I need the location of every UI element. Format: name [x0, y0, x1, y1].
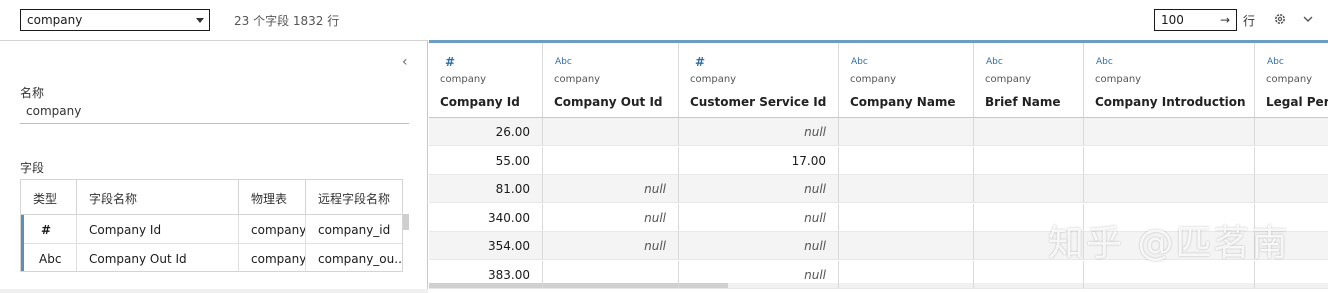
string-type-icon: Abc [21, 244, 77, 271]
grid-cell[interactable]: 81.00 [429, 175, 543, 203]
column-name: Brief Name [985, 95, 1061, 109]
gear-icon[interactable] [1272, 11, 1288, 27]
grid-cell[interactable] [1255, 147, 1328, 175]
grid-cell[interactable] [1084, 175, 1255, 203]
column-table-name: company [850, 74, 897, 85]
fields-table-header: 类型 字段名称 物理表 远程字段名称 [21, 180, 402, 215]
string-type-icon: Abc [1267, 57, 1284, 67]
grid-cell[interactable]: null [543, 175, 679, 203]
field-row-summary: 23 个字段 1832 行 [234, 14, 340, 28]
grid-cell[interactable]: 55.00 [429, 146, 543, 175]
grid-cell[interactable] [543, 146, 679, 175]
grid-cell[interactable] [1084, 146, 1255, 175]
column-header[interactable]: Abc company Company Name [839, 43, 974, 118]
grid-cell[interactable]: 354.00 [429, 232, 543, 260]
grid-cell[interactable] [1255, 175, 1328, 203]
grid-cell[interactable] [839, 232, 974, 260]
column-table-name: company [690, 74, 737, 85]
grid-cell[interactable] [974, 118, 1084, 146]
rows-count-input[interactable]: 100 → [1154, 9, 1237, 31]
column-table-name: company [1266, 74, 1313, 85]
number-type-icon: # [695, 55, 706, 69]
grid-cell[interactable]: 383.00 [429, 260, 543, 289]
column-name: Company Out Id [554, 95, 663, 109]
table-select-value: company [27, 13, 83, 27]
header-remote-field-name[interactable]: 远程字段名称 [306, 180, 402, 215]
watermark: 知乎 @匹茗南 [1048, 223, 1290, 264]
grid-cell[interactable]: null [679, 175, 839, 203]
field-name-cell[interactable]: Company Id [77, 215, 239, 244]
grid-cell[interactable]: null [679, 232, 839, 260]
column-header[interactable]: Abc company Company Introduction [1084, 43, 1255, 118]
table-row[interactable]: Abc Company Out Id company company_ou... [21, 244, 402, 271]
name-label: 名称 [20, 86, 45, 100]
chevron-down-icon[interactable] [1300, 11, 1316, 27]
table-select[interactable]: company [20, 9, 210, 31]
fields-table: 类型 字段名称 物理表 远程字段名称 # Company Id company … [20, 179, 403, 272]
grid-cell[interactable]: 340.00 [429, 203, 543, 232]
column-name: Legal Perso [1266, 95, 1328, 109]
caret-down-icon [196, 18, 204, 23]
fields-label: 字段 [20, 161, 45, 175]
grid-cell[interactable]: null [679, 260, 839, 289]
column-table-name: company [554, 74, 601, 85]
column-table-name: company [1095, 74, 1142, 85]
column-name: Customer Service Id [690, 95, 827, 109]
grid-cell[interactable] [543, 118, 679, 146]
grid-cell[interactable] [839, 260, 974, 289]
physical-table-cell: company [239, 215, 306, 244]
grid-cell[interactable]: null [679, 118, 839, 146]
grid-cell[interactable] [974, 146, 1084, 175]
grid-cell[interactable]: 26.00 [429, 118, 543, 146]
string-type-icon: Abc [851, 57, 868, 67]
grid-cell[interactable]: 17.00 [679, 146, 839, 175]
header-field-name[interactable]: 字段名称 [77, 180, 239, 215]
header-type[interactable]: 类型 [21, 180, 77, 215]
column-header[interactable]: Abc company Company Out Id [543, 43, 679, 118]
column-table-name: company [440, 74, 487, 85]
fields-table-scrollbar[interactable] [403, 214, 409, 230]
arrow-right-icon[interactable]: → [1220, 10, 1230, 30]
string-type-icon: Abc [555, 57, 572, 67]
number-type-icon: # [445, 55, 456, 69]
number-type-icon: # [21, 215, 77, 244]
field-name-cell[interactable]: Company Out Id [77, 244, 239, 271]
grid-cell[interactable] [839, 146, 974, 175]
name-input[interactable]: company [20, 100, 409, 124]
grid-cell[interactable] [974, 175, 1084, 203]
rows-label: 行 [1243, 14, 1256, 28]
column-header[interactable]: Abc company Brief Name [974, 43, 1084, 118]
grid-cell[interactable] [1084, 118, 1255, 146]
column-header[interactable]: Abc company Legal Perso [1255, 43, 1328, 118]
grid-cell[interactable] [839, 175, 974, 203]
remote-field-cell: company_ou... [306, 244, 402, 271]
string-type-icon: Abc [1096, 57, 1113, 67]
grid-cell[interactable] [839, 118, 974, 146]
column-table-name: company [985, 74, 1032, 85]
grid-cell[interactable]: null [679, 203, 839, 232]
column-name: Company Name [850, 95, 956, 109]
physical-table-cell: company [239, 244, 306, 271]
column-name: Company Introduction [1095, 95, 1246, 109]
left-panel-footer [0, 289, 428, 293]
grid-cell[interactable]: null [543, 203, 679, 232]
header-physical-table[interactable]: 物理表 [239, 180, 306, 215]
grid-cell[interactable] [1255, 118, 1328, 146]
chevron-left-icon[interactable]: ‹ [402, 54, 408, 70]
string-type-icon: Abc [986, 57, 1003, 67]
grid-cell[interactable] [839, 203, 974, 232]
column-header[interactable]: # company Customer Service Id [679, 43, 839, 118]
toolbar: company 23 个字段 1832 行 100 → 行 [0, 0, 1328, 40]
field-details-panel: ‹ 名称 company 字段 类型 字段名称 物理表 远程字段名称 # Com… [0, 40, 428, 293]
column-name: Company Id [440, 95, 520, 109]
column-header[interactable]: # company Company Id [429, 43, 543, 118]
grid-cell[interactable] [543, 260, 679, 289]
table-row[interactable]: # Company Id company company_id [21, 215, 402, 244]
grid-cell[interactable]: null [543, 232, 679, 260]
remote-field-cell: company_id [306, 215, 402, 244]
rows-count-value: 100 [1161, 13, 1184, 27]
